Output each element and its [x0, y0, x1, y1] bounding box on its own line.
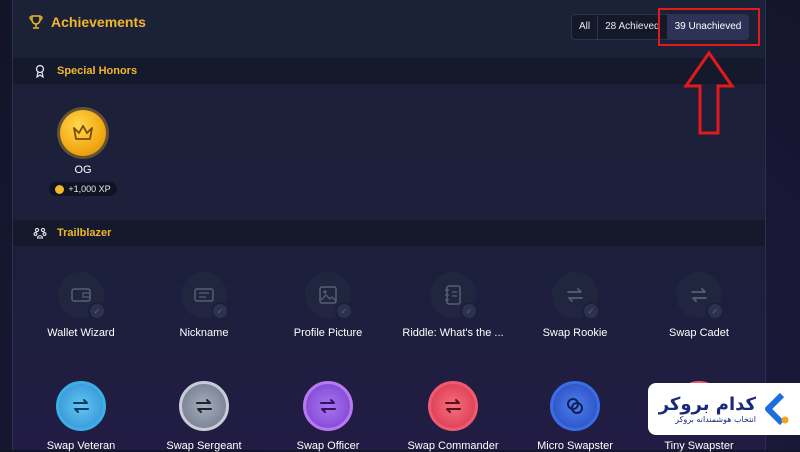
- brand-logo-icon: [765, 393, 789, 425]
- achievement-name: Swap Officer: [296, 440, 360, 452]
- check-icon: ✓: [460, 302, 478, 320]
- coins-icon: [550, 381, 600, 431]
- page-title: Achievements: [51, 14, 146, 30]
- notebook-icon: ✓: [430, 272, 478, 320]
- achievement-name: Swap Rookie: [542, 327, 608, 339]
- ad-subtitle: انتخاب هوشمندانه بروکر: [675, 414, 756, 424]
- image-icon: ✓: [305, 272, 353, 320]
- xp-value: +1,000 XP: [68, 184, 111, 194]
- check-icon: ✓: [706, 302, 724, 320]
- achievement-name: Swap Sergeant: [166, 440, 242, 452]
- check-icon: ✓: [582, 302, 600, 320]
- achievement-riddle[interactable]: ✓ Riddle: What's the ...: [398, 272, 508, 339]
- achievement-swap-cadet[interactable]: ✓ Swap Cadet: [644, 272, 754, 339]
- swap-icon: ✓: [552, 272, 600, 320]
- section-label: Special Honors: [57, 65, 138, 77]
- check-icon: ✓: [211, 302, 229, 320]
- ribbon-icon: [35, 64, 45, 78]
- paw-icon: [33, 227, 47, 239]
- up-arrow-annotation-icon: [683, 50, 735, 135]
- achievement-name: Riddle: What's the ...: [402, 327, 504, 339]
- achievement-name: Swap Cadet: [669, 327, 729, 339]
- achievement-name: Nickname: [179, 327, 229, 339]
- ad-title: کدام بروکر: [658, 393, 756, 415]
- achievement-name: OG: [74, 164, 92, 176]
- trophy-icon: [29, 15, 43, 29]
- achievement-micro-swapster[interactable]: Micro Swapster: [520, 381, 630, 452]
- xp-badge: +1,000 XP: [49, 182, 117, 196]
- achievement-name: Profile Picture: [293, 327, 363, 339]
- achievement-name: Micro Swapster: [537, 440, 613, 452]
- achievement-swap-sergeant[interactable]: Swap Sergeant: [149, 381, 259, 452]
- achievement-og[interactable]: OG +1,000 XP: [49, 110, 117, 199]
- broker-ad-badge[interactable]: کدام بروکر انتخاب هوشمندانه بروکر: [648, 383, 800, 435]
- achievement-swap-commander[interactable]: Swap Commander: [398, 381, 508, 452]
- achievement-name: Swap Veteran: [46, 440, 116, 452]
- achievement-name: Tiny Swapster: [664, 440, 734, 452]
- coin-icon: [55, 184, 65, 194]
- highlight-box: [658, 8, 760, 46]
- swap-icon: [303, 381, 353, 431]
- swap-icon: [179, 381, 229, 431]
- swap-icon: [428, 381, 478, 431]
- achievement-swap-officer[interactable]: Swap Officer: [273, 381, 383, 452]
- header: Achievements: [29, 14, 146, 30]
- wallet-icon: ✓: [58, 272, 106, 320]
- swap-icon: ✓: [676, 272, 724, 320]
- section-label: Trailblazer: [57, 227, 112, 239]
- achievement-name: Swap Commander: [407, 440, 499, 452]
- swap-icon: [56, 381, 106, 431]
- achievement-nickname[interactable]: ✓ Nickname: [149, 272, 259, 339]
- filter-all[interactable]: All: [572, 15, 599, 39]
- achievement-wallet-wizard[interactable]: ✓ Wallet Wizard: [26, 272, 136, 339]
- section-special-honors: Special Honors: [13, 58, 765, 84]
- achievement-profile-picture[interactable]: ✓ Profile Picture: [273, 272, 383, 339]
- section-trailblazer: Trailblazer: [13, 220, 765, 246]
- check-icon: ✓: [88, 302, 106, 320]
- achievement-swap-rookie[interactable]: ✓ Swap Rookie: [520, 272, 630, 339]
- achievement-name: Wallet Wizard: [47, 327, 115, 339]
- check-icon: ✓: [335, 302, 353, 320]
- crown-medal-icon: [60, 110, 106, 156]
- id-card-icon: ✓: [181, 272, 229, 320]
- achievement-swap-veteran[interactable]: Swap Veteran: [26, 381, 136, 452]
